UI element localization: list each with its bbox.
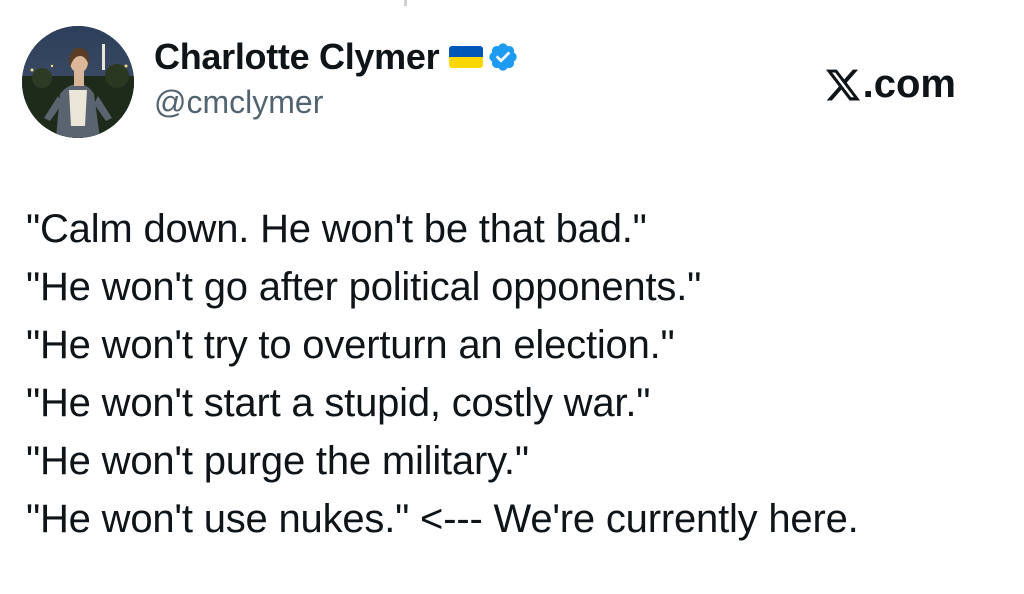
- tweet-line: "He won't go after political opponents.": [26, 265, 702, 309]
- top-divider-mark: [404, 0, 407, 6]
- name-row: Charlotte Clymer: [154, 32, 519, 82]
- tweet-line: "He won't purge the military.": [26, 439, 529, 483]
- user-handle[interactable]: @cmclymer: [154, 84, 519, 121]
- brand-suffix: .com: [862, 62, 956, 106]
- tweet-line: "He won't use nukes." <--- We're current…: [26, 497, 859, 541]
- verified-badge-icon[interactable]: [487, 41, 519, 73]
- tweet-line: "Calm down. He won't be that bad.": [26, 207, 647, 251]
- tweet-header: Charlotte Clymer @cmclymer .com: [22, 26, 1002, 141]
- tweet-line: "He won't start a stupid, costly war.": [26, 381, 651, 425]
- avatar[interactable]: [22, 26, 134, 138]
- x-brand: .com: [824, 62, 956, 107]
- display-name[interactable]: Charlotte Clymer: [154, 36, 440, 78]
- tweet-text: "Calm down. He won't be that bad." "He w…: [26, 200, 1006, 548]
- user-info: Charlotte Clymer @cmclymer: [154, 32, 519, 121]
- tweet-line: "He won't try to overturn an election.": [26, 323, 675, 367]
- x-logo-icon: [824, 66, 862, 104]
- ukraine-flag-icon: [449, 46, 484, 68]
